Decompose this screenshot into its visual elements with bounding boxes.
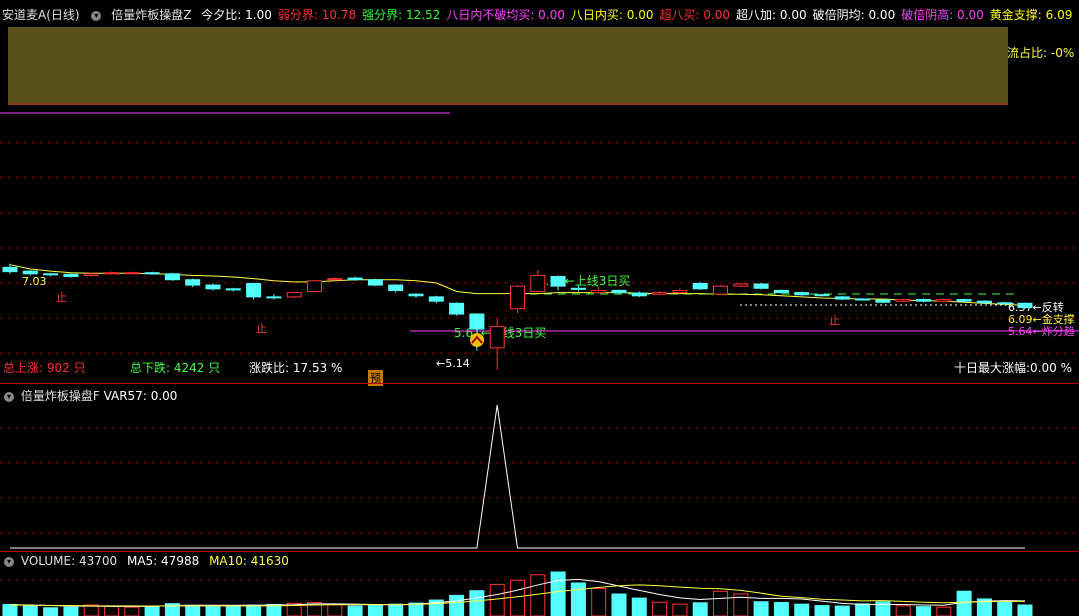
candle-body — [428, 296, 444, 302]
candle-body — [570, 287, 586, 290]
candle-body — [266, 296, 282, 299]
candle-body — [976, 300, 992, 304]
volume-bar — [611, 593, 627, 616]
volume-bar — [672, 603, 688, 616]
candle-body — [631, 292, 647, 297]
candle-body — [144, 272, 160, 275]
candle-body — [550, 275, 566, 287]
candle-body — [2, 266, 18, 273]
volume-bar — [550, 571, 566, 616]
volume-bar — [916, 606, 931, 616]
candle-body — [692, 282, 708, 290]
net-flow-area — [8, 27, 1008, 105]
candle-body — [834, 296, 850, 300]
volume-bar — [246, 604, 262, 616]
candle-body — [63, 273, 79, 277]
volume-bar — [489, 583, 505, 616]
candle-body — [916, 299, 931, 302]
chart-canvas[interactable] — [0, 0, 1079, 616]
volume-bar — [469, 590, 485, 616]
candle-body — [124, 272, 140, 275]
candle-body — [713, 285, 728, 295]
volume-bar — [388, 603, 404, 616]
candle-body — [449, 302, 465, 315]
volume-bar — [2, 603, 18, 616]
candle-body — [652, 292, 668, 295]
candle-body — [327, 278, 343, 281]
volume-bar — [104, 605, 119, 616]
candle-body — [246, 282, 262, 298]
candle-body — [875, 299, 891, 303]
volume-bar — [327, 604, 343, 616]
candle-body — [591, 289, 607, 294]
candle-body — [1017, 302, 1033, 309]
volume-bar — [692, 602, 708, 616]
candle-body — [773, 289, 789, 294]
volume-bar — [1017, 604, 1033, 616]
candle-body — [286, 292, 302, 298]
volume-bar — [773, 602, 789, 616]
volume-bar — [449, 594, 465, 616]
volume-bar — [997, 600, 1013, 616]
volume-bar — [591, 588, 607, 616]
candle-body — [997, 302, 1013, 305]
candle-body — [733, 283, 749, 287]
volume-bar — [834, 605, 850, 616]
candle-body — [205, 284, 221, 290]
volume-bar — [225, 605, 241, 616]
volume-bar — [185, 604, 201, 616]
volume-bar — [144, 605, 160, 616]
candle-body — [469, 313, 485, 330]
volume-bar — [631, 597, 647, 616]
volume-bar — [652, 601, 668, 616]
candle-body — [104, 272, 119, 275]
candle-body — [510, 285, 525, 310]
volume-bar — [43, 607, 59, 616]
volume-bar — [895, 605, 911, 616]
candle-body — [307, 280, 322, 293]
var57-line — [10, 404, 1025, 549]
candle-body — [164, 273, 180, 281]
volume-bar — [855, 603, 871, 616]
candle-body — [814, 294, 830, 297]
buy-signal-icon — [470, 333, 484, 347]
volume-bar — [22, 605, 38, 616]
volume-bar — [124, 606, 140, 616]
candle-body — [753, 283, 769, 289]
volume-bar — [347, 605, 363, 616]
candle-body — [956, 299, 972, 302]
candle-body — [895, 299, 911, 302]
volume-bar — [510, 579, 525, 616]
candle-body — [22, 270, 38, 275]
candle-body — [367, 279, 383, 286]
candle-body — [855, 298, 871, 301]
volume-bar — [367, 605, 383, 616]
volume-bar — [570, 582, 586, 616]
candle-body — [185, 279, 201, 286]
candle-body — [611, 289, 627, 294]
candle-body — [936, 299, 952, 302]
candle-body — [794, 292, 810, 296]
volume-bar — [814, 605, 830, 616]
candle-body — [489, 325, 505, 349]
volume-bar — [753, 601, 769, 616]
volume-bar — [205, 606, 221, 616]
volume-bar — [936, 606, 952, 616]
candle-body — [388, 284, 404, 291]
volume-bar — [713, 590, 728, 616]
volume-bar — [63, 606, 79, 616]
volume-bar — [794, 603, 810, 616]
candle-body — [408, 293, 424, 297]
candle-body — [225, 288, 241, 291]
candle-body — [83, 273, 99, 276]
candle-body — [347, 277, 363, 281]
volume-bar — [956, 590, 972, 616]
candle-body — [672, 289, 688, 294]
candle-body — [530, 274, 546, 293]
candle-body — [43, 273, 59, 276]
